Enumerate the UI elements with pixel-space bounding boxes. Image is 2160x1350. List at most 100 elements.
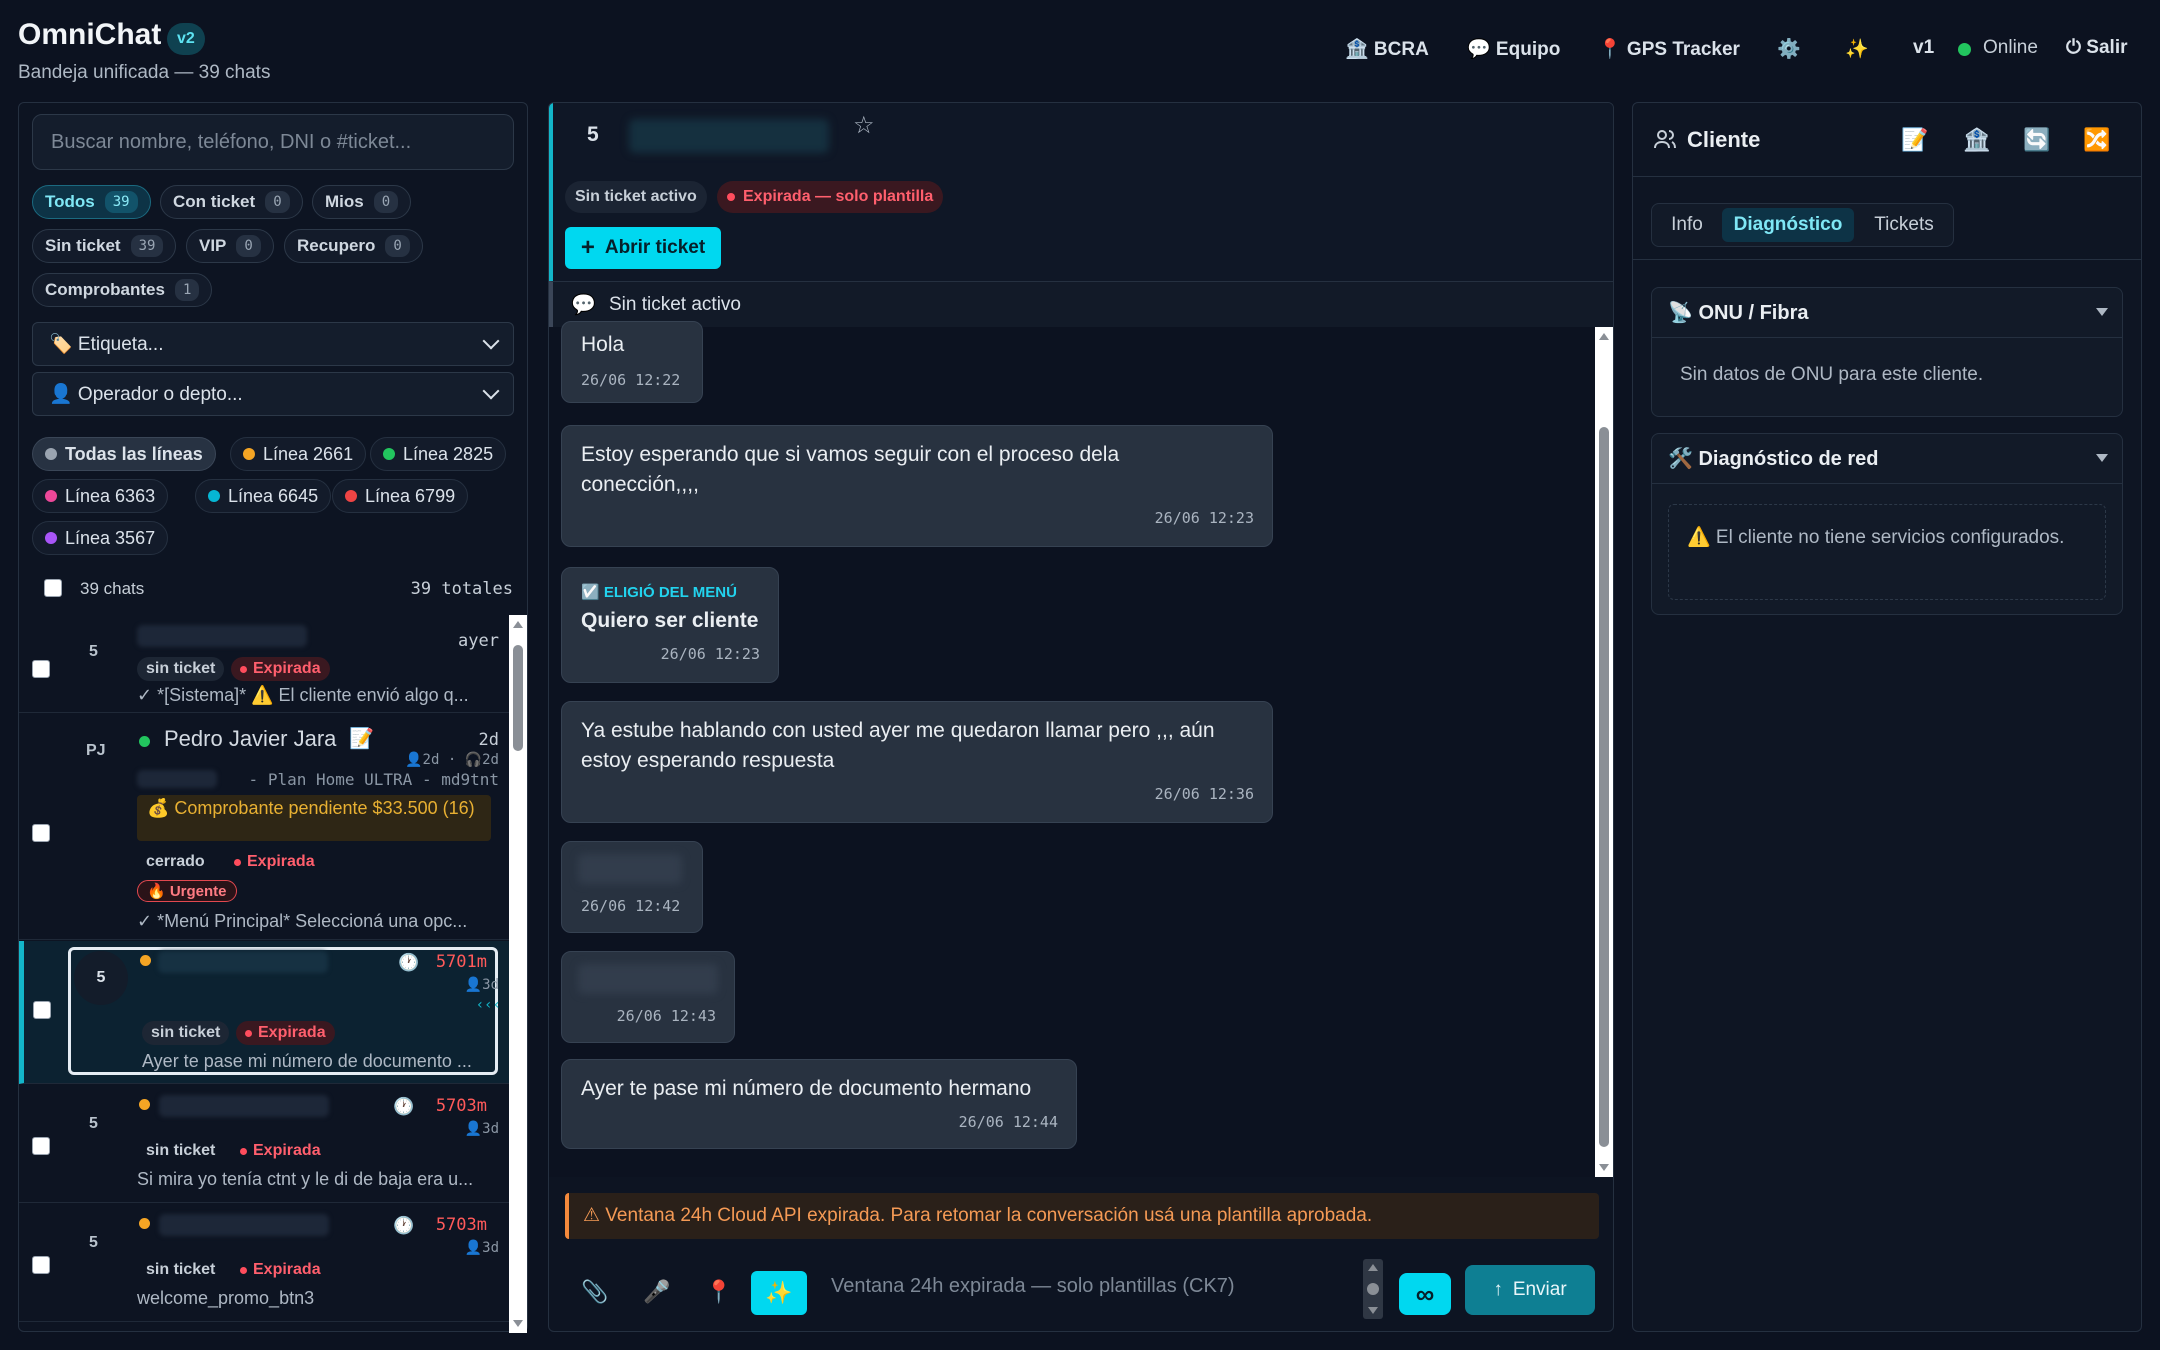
ticket-tag: sin ticket	[137, 657, 225, 681]
tab-diagnostico[interactable]: Diagnóstico	[1722, 208, 1854, 242]
scroll-down-arrow[interactable]	[513, 1320, 523, 1327]
settings-gear-icon[interactable]: ⚙️	[1777, 37, 1801, 61]
message-list-scrollbar[interactable]	[1595, 327, 1613, 1177]
star-icon[interactable]: ☆	[853, 111, 875, 140]
chat-wait-time: 5703m	[435, 1096, 487, 1116]
message-input[interactable]: Ventana 24h expirada — solo plantillas (…	[819, 1255, 1359, 1319]
line-filter-all[interactable]: Todas las líneas	[32, 437, 216, 471]
window-expired-warning: ⚠ Ventana 24h Cloud API expirada. Para r…	[565, 1193, 1599, 1239]
chat-list-panel: Todos39 Con ticket0 Mios0 Sin ticket39 V…	[18, 102, 528, 1333]
chat-list-scrollbar[interactable]	[509, 615, 527, 1333]
logout-button[interactable]: ⏻ Salir	[2066, 37, 2128, 59]
onu-card-header[interactable]: 📡 ONU / Fibra	[1652, 288, 2122, 338]
chat-checkbox[interactable]	[32, 660, 50, 678]
network-card-header[interactable]: 🛠️ Diagnóstico de red	[1652, 434, 2122, 484]
filter-comprobantes[interactable]: Comprobantes 1	[32, 273, 213, 307]
line-filter-6645[interactable]: Línea 6645	[195, 479, 332, 513]
line-filter-2661[interactable]: Línea 2661	[230, 437, 367, 471]
network-empty-text: ⚠️ El cliente no tiene servicios configu…	[1668, 504, 2106, 600]
select-all-checkbox[interactable]	[44, 579, 62, 597]
scroll-up-arrow[interactable]	[1599, 333, 1609, 340]
tag-select[interactable]: 🏷️ Etiqueta...	[32, 322, 514, 366]
voucher-pending-notice: 💰 Comprobante pendiente $33.500 (16)	[137, 795, 491, 841]
chat-list-item-selected[interactable]: 5 🕐 5701m 👤3d ‹‹‹ sin ticket Expirada Ay…	[19, 941, 509, 1084]
status-dot	[240, 665, 247, 673]
chat-checkbox[interactable]	[32, 1256, 50, 1274]
chat-list-item[interactable]: 5 ayer sin ticket Expirada ✓ *[Sistema]*…	[19, 615, 509, 713]
chat-checkbox[interactable]	[32, 1137, 50, 1155]
paperclip-icon[interactable]: 📎	[581, 1279, 608, 1305]
open-ticket-button[interactable]: + Abrir ticket	[565, 227, 721, 269]
blurred-phone	[137, 770, 217, 788]
chat-list-item[interactable]: 5 🕐 5703m 👤3d sin ticket Expirada Si mir…	[19, 1085, 509, 1203]
infinity-button[interactable]: ∞	[1399, 1273, 1451, 1315]
gps-tracker-button[interactable]: 📍 GPS Tracker	[1598, 37, 1740, 61]
ai-sparkles-button[interactable]: ✨	[751, 1271, 807, 1315]
send-button[interactable]: ↑ Enviar	[1465, 1265, 1595, 1315]
network-diagnostic-card: 🛠️ Diagnóstico de red ⚠️ El cliente no t…	[1651, 433, 2123, 615]
line-color-dot	[139, 736, 150, 747]
client-panel-title: Cliente	[1687, 127, 1761, 152]
refresh-icon[interactable]: 🔄	[2023, 127, 2050, 153]
line-filter-6799[interactable]: Línea 6799	[332, 479, 469, 513]
memo-icon[interactable]: 📝	[1901, 127, 1928, 153]
status-badge: Expirada	[225, 850, 324, 874]
chat-wait-time: 5703m	[435, 1215, 487, 1235]
blurred-media	[578, 964, 718, 994]
status-badge: Expirada	[231, 1258, 330, 1282]
version-badge: v2	[167, 23, 205, 55]
line-filter-3567[interactable]: Línea 3567	[32, 521, 169, 555]
filter-sin-ticket[interactable]: Sin ticket 39	[32, 229, 177, 263]
reply-chevrons-icon: ‹‹‹	[475, 997, 501, 1013]
line-color-dot	[139, 1099, 150, 1110]
tab-tickets[interactable]: Tickets	[1858, 208, 1950, 242]
input-resize-scroller[interactable]	[1363, 1259, 1383, 1319]
line-filter-2825[interactable]: Línea 2825	[370, 437, 507, 471]
team-button[interactable]: 💬 Equipo	[1467, 37, 1560, 61]
media-message-bubble[interactable]: 26/06 12:43	[561, 951, 735, 1043]
no-ticket-badge: Sin ticket activo	[565, 181, 707, 213]
version-label[interactable]: v1	[1913, 37, 1934, 59]
speech-bubble-icon: 💬	[571, 294, 596, 316]
scroll-thumb[interactable]	[1367, 1283, 1379, 1295]
conversation-panel: 5 ☆ Sin ticket activo Expirada — solo pl…	[548, 102, 1614, 1332]
microphone-icon[interactable]: 🎤	[643, 1279, 670, 1305]
chat-checkbox[interactable]	[33, 1001, 51, 1019]
scroll-thumb[interactable]	[1599, 427, 1609, 1147]
scroll-thumb[interactable]	[513, 645, 523, 751]
chat-wait-time: 5701m	[435, 952, 487, 972]
filter-con-ticket[interactable]: Con ticket 0	[160, 185, 303, 219]
search-input[interactable]	[32, 114, 514, 170]
scroll-up-arrow[interactable]	[1368, 1264, 1378, 1271]
menu-choice-bubble: ☑️ ELIGIÓ DEL MENÚ Quiero ser cliente 26…	[561, 567, 779, 683]
scroll-down-arrow[interactable]	[1368, 1307, 1378, 1314]
bcra-button[interactable]: 🏦 BCRA	[1345, 37, 1429, 61]
chat-list-item[interactable]: PJ Pedro Javier Jara 📝 2d 👤2d · 🎧2d - Pl…	[19, 714, 509, 940]
chat-checkbox[interactable]	[32, 824, 50, 842]
scroll-down-arrow[interactable]	[1599, 1164, 1609, 1171]
scroll-up-arrow[interactable]	[513, 621, 523, 628]
magic-sparkles-icon[interactable]: ✨	[1845, 37, 1869, 61]
ticket-bar-label: Sin ticket activo	[609, 294, 741, 315]
filter-recupero[interactable]: Recupero 0	[284, 229, 423, 263]
menu-choice-label: ☑️ ELIGIÓ DEL MENÚ	[581, 584, 737, 601]
filter-mios[interactable]: Mios 0	[312, 185, 412, 219]
filter-vip[interactable]: VIP 0	[186, 229, 274, 263]
operator-select[interactable]: 👤 Operador o depto...	[32, 372, 514, 416]
app-title: OmniChat	[18, 18, 162, 51]
chevron-down-icon	[482, 382, 500, 400]
chat-time: 2d	[478, 730, 499, 750]
media-message-bubble[interactable]: 26/06 12:42	[561, 841, 703, 933]
chat-list-item[interactable]: 5 🕐 5703m 👤3d sin ticket Expirada welcom…	[19, 1204, 509, 1322]
blurred-contact-name	[159, 1214, 329, 1236]
chat-avatar: 5	[89, 1234, 98, 1251]
filter-todos[interactable]: Todos 39	[32, 185, 151, 219]
bank-icon[interactable]: 🏦	[1963, 127, 1990, 153]
shuffle-icon[interactable]: 🔀	[2083, 127, 2110, 153]
location-pin-icon[interactable]: 📍	[705, 1279, 732, 1305]
line-filter-6363[interactable]: Línea 6363	[32, 479, 169, 513]
client-panel-header: Cliente 📝 🏦 🔄 🔀	[1633, 103, 2141, 177]
line-color-dot	[140, 955, 151, 966]
blurred-contact-name	[629, 119, 829, 153]
tab-info[interactable]: Info	[1656, 208, 1718, 242]
